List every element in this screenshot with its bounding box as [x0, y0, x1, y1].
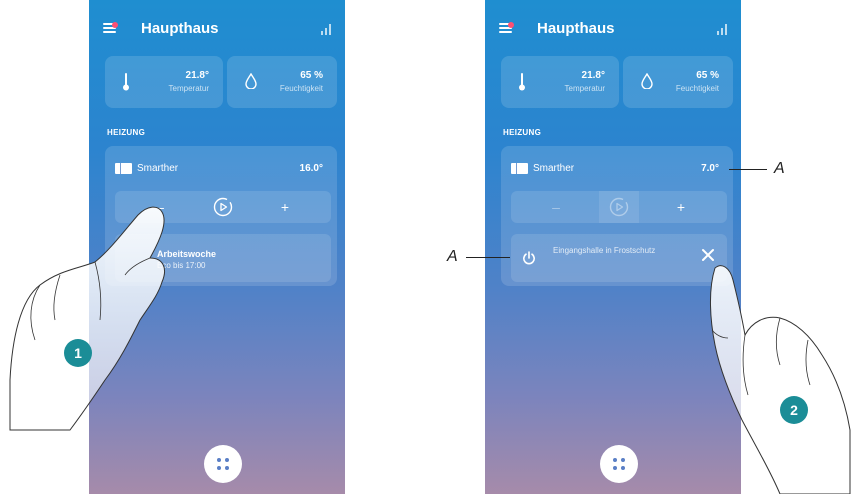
app-header: Haupthaus — [499, 18, 731, 40]
temperature-value: 21.8° — [581, 70, 605, 81]
humidity-label: Feuchtigkeit — [675, 84, 719, 93]
phone-screen-2: Haupthaus 21.8° Temperatur 65 % Feuchtig… — [485, 0, 741, 494]
humidity-tile[interactable]: 65 % Feuchtigkeit — [623, 56, 733, 108]
frost-mode-text: Eingangshalle in Frostschutz — [553, 246, 656, 255]
notification-dot — [508, 22, 514, 28]
play-icon — [213, 197, 233, 217]
humidity-label: Feuchtigkeit — [279, 84, 323, 93]
thermostat-icon — [511, 163, 528, 174]
droplet-icon — [245, 73, 257, 89]
humidity-tile[interactable]: 65 % Feuchtigkeit — [227, 56, 337, 108]
frost-mode-box: Eingangshalle in Frostschutz — [511, 234, 727, 282]
app-title: Haupthaus — [537, 20, 615, 37]
program-subtitle: Eco bis 17:00 — [157, 261, 206, 270]
program-box[interactable]: Arbeitswoche Eco bis 17:00 — [115, 234, 331, 282]
increase-button[interactable]: + — [265, 191, 305, 223]
heating-panel: Smarther 16.0° – + Arbeitswoche Eco bis … — [105, 146, 337, 286]
play-button[interactable] — [599, 191, 639, 223]
decrease-button[interactable]: – — [140, 191, 180, 223]
section-title: HEIZUNG — [107, 128, 146, 137]
temperature-tile[interactable]: 21.8° Temperatur — [501, 56, 619, 108]
thermostat-icon — [115, 163, 132, 174]
heating-panel: Smarther 7.0° – + Eingangshalle in Frost… — [501, 146, 733, 286]
temperature-label: Temperatur — [564, 84, 605, 93]
temperature-label: Temperatur — [168, 84, 209, 93]
play-button[interactable] — [203, 191, 243, 223]
increase-button[interactable]: + — [661, 191, 701, 223]
menu-icon[interactable] — [103, 22, 118, 34]
menu-icon[interactable] — [499, 22, 514, 34]
decrease-button[interactable]: – — [536, 191, 576, 223]
program-title: Arbeitswoche — [157, 249, 217, 259]
callout-line-temp — [729, 169, 767, 170]
close-icon[interactable] — [701, 248, 715, 262]
device-name[interactable]: Smarther — [137, 163, 178, 174]
signal-icon[interactable] — [321, 23, 333, 35]
step-1-badge: 1 — [64, 339, 92, 367]
home-grid-button[interactable] — [600, 445, 638, 483]
humidity-value: 65 % — [300, 70, 323, 81]
app-header: Haupthaus — [103, 18, 335, 40]
thermometer-icon — [123, 73, 129, 91]
control-row: – + — [115, 191, 331, 223]
notification-dot — [112, 22, 118, 28]
temperature-tile[interactable]: 21.8° Temperatur — [105, 56, 223, 108]
device-name[interactable]: Smarther — [533, 163, 574, 174]
section-title: HEIZUNG — [503, 128, 542, 137]
control-row: – + — [511, 191, 727, 223]
callout-label-mode: A — [447, 248, 458, 265]
temperature-value: 21.8° — [185, 70, 209, 81]
app-title: Haupthaus — [141, 20, 219, 37]
device-temperature: 7.0° — [701, 163, 719, 174]
signal-icon[interactable] — [717, 23, 729, 35]
phone-screen-1: Haupthaus 21.8° Temperatur 65 % Feuchtig… — [89, 0, 345, 494]
device-temperature: 16.0° — [299, 163, 323, 174]
callout-label-temp: A — [774, 160, 785, 177]
humidity-value: 65 % — [696, 70, 719, 81]
step-2-badge: 2 — [780, 396, 808, 424]
thermometer-icon — [519, 73, 525, 91]
power-icon — [523, 251, 535, 265]
play-icon — [609, 197, 629, 217]
home-grid-button[interactable] — [204, 445, 242, 483]
droplet-icon — [641, 73, 653, 89]
callout-line-mode — [466, 257, 510, 258]
